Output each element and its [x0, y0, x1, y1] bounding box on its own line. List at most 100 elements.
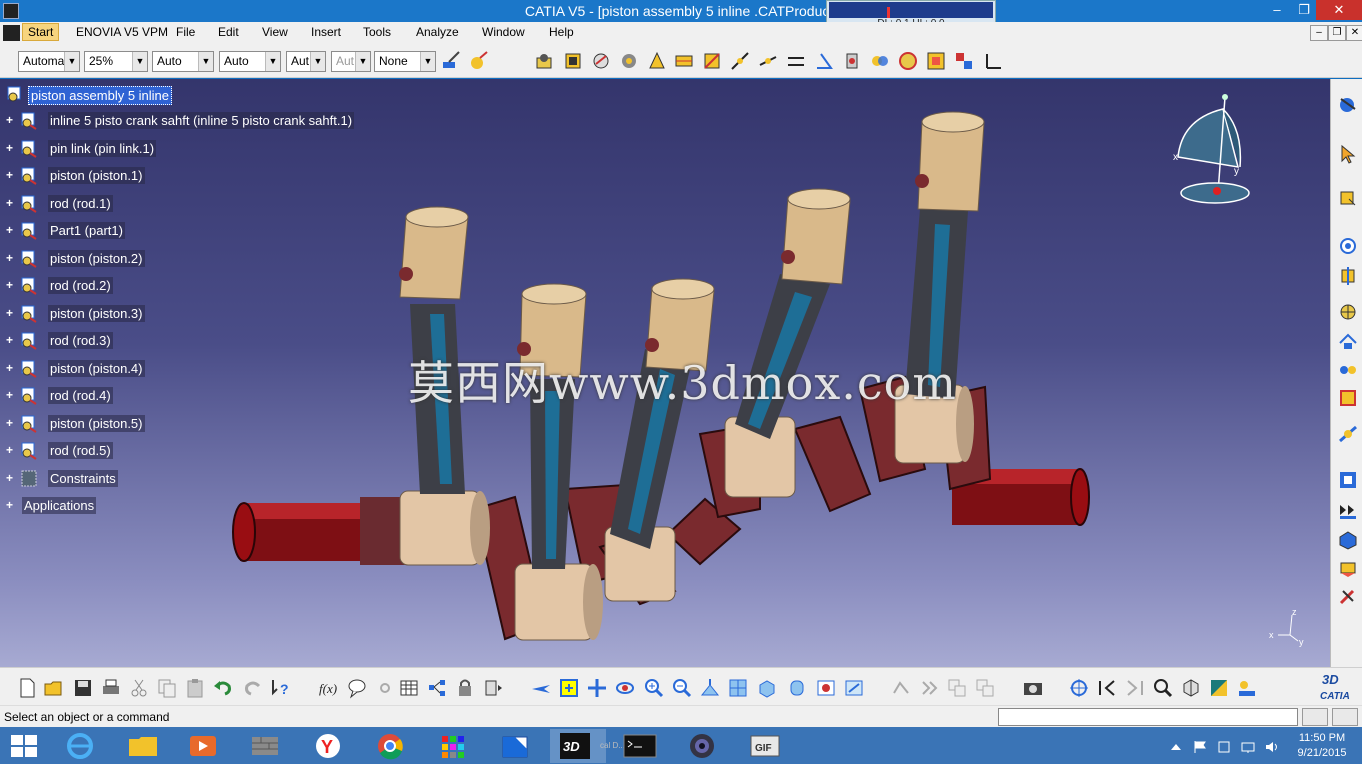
expand-plus-icon[interactable]: +: [4, 197, 15, 209]
multi-view-icon[interactable]: [727, 677, 749, 699]
expand-plus-icon[interactable]: +: [4, 142, 15, 154]
properties-brush-icon[interactable]: [468, 50, 490, 72]
menu-file[interactable]: File: [176, 25, 195, 39]
transparency-combo[interactable]: 25% ▼: [84, 51, 148, 72]
device-icon[interactable]: [1216, 740, 1232, 754]
expand-plus-icon[interactable]: +: [4, 334, 15, 346]
product-structure-icon[interactable]: [1337, 235, 1359, 257]
expand-plus-icon[interactable]: +: [4, 499, 15, 511]
paste-icon[interactable]: [184, 677, 206, 699]
expand-plus-icon[interactable]: +: [4, 417, 15, 429]
normal-view-icon[interactable]: [699, 677, 721, 699]
knowledge-bubble-icon[interactable]: [346, 677, 368, 699]
pan-icon[interactable]: [586, 677, 608, 699]
assembly-tool-7-icon[interactable]: [701, 50, 723, 72]
doc-minimize-button[interactable]: –: [1310, 25, 1328, 41]
menu-help[interactable]: Help: [549, 25, 574, 39]
capture-camera-icon[interactable]: [1022, 677, 1044, 699]
gif-recorder-icon[interactable]: GIF: [737, 729, 793, 763]
print-icon[interactable]: [100, 677, 122, 699]
windows-start-icon[interactable]: [8, 733, 40, 759]
3d-viewport[interactable]: piston assembly 5 inline 莫西网www.3dmox.co…: [0, 79, 1330, 667]
catia-taskbar-icon[interactable]: 3D: [550, 729, 606, 763]
menu-tools[interactable]: Tools: [363, 25, 391, 39]
tree-node-label[interactable]: piston (piston.4): [48, 359, 145, 377]
piston-1[interactable]: [399, 206, 469, 300]
ground-icon[interactable]: [1236, 677, 1258, 699]
painter-icon[interactable]: [441, 50, 463, 72]
zoom-in-icon[interactable]: [643, 677, 665, 699]
copy-icon[interactable]: [156, 677, 178, 699]
tree-node-label[interactable]: piston (piston.1): [48, 167, 145, 184]
tree-root-label[interactable]: piston assembly 5 inline: [28, 86, 173, 105]
windows-explorer-app-icon[interactable]: [487, 729, 543, 763]
menu-analyze[interactable]: Analyze: [416, 25, 459, 39]
workbench-icon[interactable]: [1337, 93, 1359, 115]
annotation-icon[interactable]: [1337, 557, 1359, 579]
reference-axis-icon[interactable]: [981, 50, 1003, 72]
tree-node-label[interactable]: inline 5 pisto crank sahft (inline 5 pis…: [48, 112, 355, 129]
first-frame-icon[interactable]: [1096, 677, 1118, 699]
fix-together-icon[interactable]: [869, 50, 891, 72]
tree-node-label[interactable]: Part1 (part1): [48, 222, 125, 239]
menu-window[interactable]: Window: [482, 25, 525, 39]
command-input[interactable]: [998, 708, 1298, 726]
swap-space-icon[interactable]: [843, 677, 865, 699]
coincidence-constraint-icon[interactable]: [729, 50, 751, 72]
expand-plus-icon[interactable]: +: [4, 169, 15, 181]
file-explorer-icon[interactable]: [115, 729, 171, 763]
start-menu-apps-icon[interactable]: [425, 729, 481, 763]
select-mode-icon[interactable]: [1337, 187, 1359, 209]
fly-mode-icon[interactable]: [530, 677, 552, 699]
tree-node-label[interactable]: Constraints: [48, 469, 118, 487]
menu-view[interactable]: View: [262, 25, 288, 39]
menu-insert[interactable]: Insert: [311, 25, 341, 39]
tools-icon[interactable]: [1337, 585, 1359, 607]
weld-icon[interactable]: [1337, 529, 1359, 551]
tree-node-label[interactable]: Applications: [22, 497, 97, 514]
fit-all-icon[interactable]: [558, 677, 580, 699]
tree-node-label[interactable]: piston (piston.2): [48, 249, 145, 267]
menu-edit[interactable]: Edit: [218, 25, 239, 39]
formula-icon[interactable]: f(x): [318, 677, 340, 699]
yandex-browser-icon[interactable]: Y: [300, 729, 356, 763]
assembly-tool-2-icon[interactable]: [562, 50, 584, 72]
line-type-combo[interactable]: Auto ▼: [219, 51, 281, 72]
expand-plus-icon[interactable]: +: [4, 224, 15, 236]
hide-show-icon[interactable]: [815, 677, 837, 699]
command-prompt-icon[interactable]: [612, 729, 668, 763]
update-icon[interactable]: [482, 677, 504, 699]
manipulation-icon[interactable]: [1337, 301, 1359, 323]
shading-icon[interactable]: [786, 677, 808, 699]
assembly-tool-5-icon[interactable]: [646, 50, 668, 72]
expand-plus-icon[interactable]: +: [4, 444, 15, 456]
line-thickness-combo[interactable]: Auto ▼: [152, 51, 214, 72]
assembly-tool-1-icon[interactable]: [534, 50, 556, 72]
pistons[interactable]: [399, 111, 985, 378]
expand-plus-icon[interactable]: +: [4, 472, 15, 484]
camera-app-icon[interactable]: [674, 729, 730, 763]
minimize-button[interactable]: –: [1266, 0, 1288, 20]
doc-restore-button[interactable]: ❐: [1328, 25, 1346, 41]
maximize-button[interactable]: ❐: [1293, 0, 1315, 20]
doc-close-button[interactable]: ✕: [1346, 25, 1362, 41]
command-options-button[interactable]: [1302, 708, 1328, 726]
whats-this-help-icon[interactable]: ?: [270, 677, 292, 699]
tree-node-label[interactable]: piston (piston.5): [48, 414, 145, 432]
piston-4[interactable]: [781, 188, 851, 285]
rotate-icon[interactable]: [614, 677, 636, 699]
expand-plus-icon[interactable]: +: [4, 389, 15, 401]
system-clock[interactable]: 11:50 PM 9/21/2015: [1284, 731, 1360, 761]
save-icon[interactable]: [72, 677, 94, 699]
media-player-icon[interactable]: [175, 729, 231, 763]
volume-icon[interactable]: [1264, 740, 1280, 754]
piston-5[interactable]: [915, 111, 985, 212]
table-icon[interactable]: [398, 677, 420, 699]
contact-constraint-icon[interactable]: [757, 50, 779, 72]
point-symbol-combo[interactable]: Aut ▼: [286, 51, 326, 72]
tree-node-label[interactable]: rod (rod.2): [48, 277, 113, 294]
catalog-icon[interactable]: [1337, 469, 1359, 491]
expand-plus-icon[interactable]: +: [4, 114, 15, 126]
menu-start[interactable]: Start: [22, 23, 60, 41]
change-constraint-icon[interactable]: [953, 50, 975, 72]
